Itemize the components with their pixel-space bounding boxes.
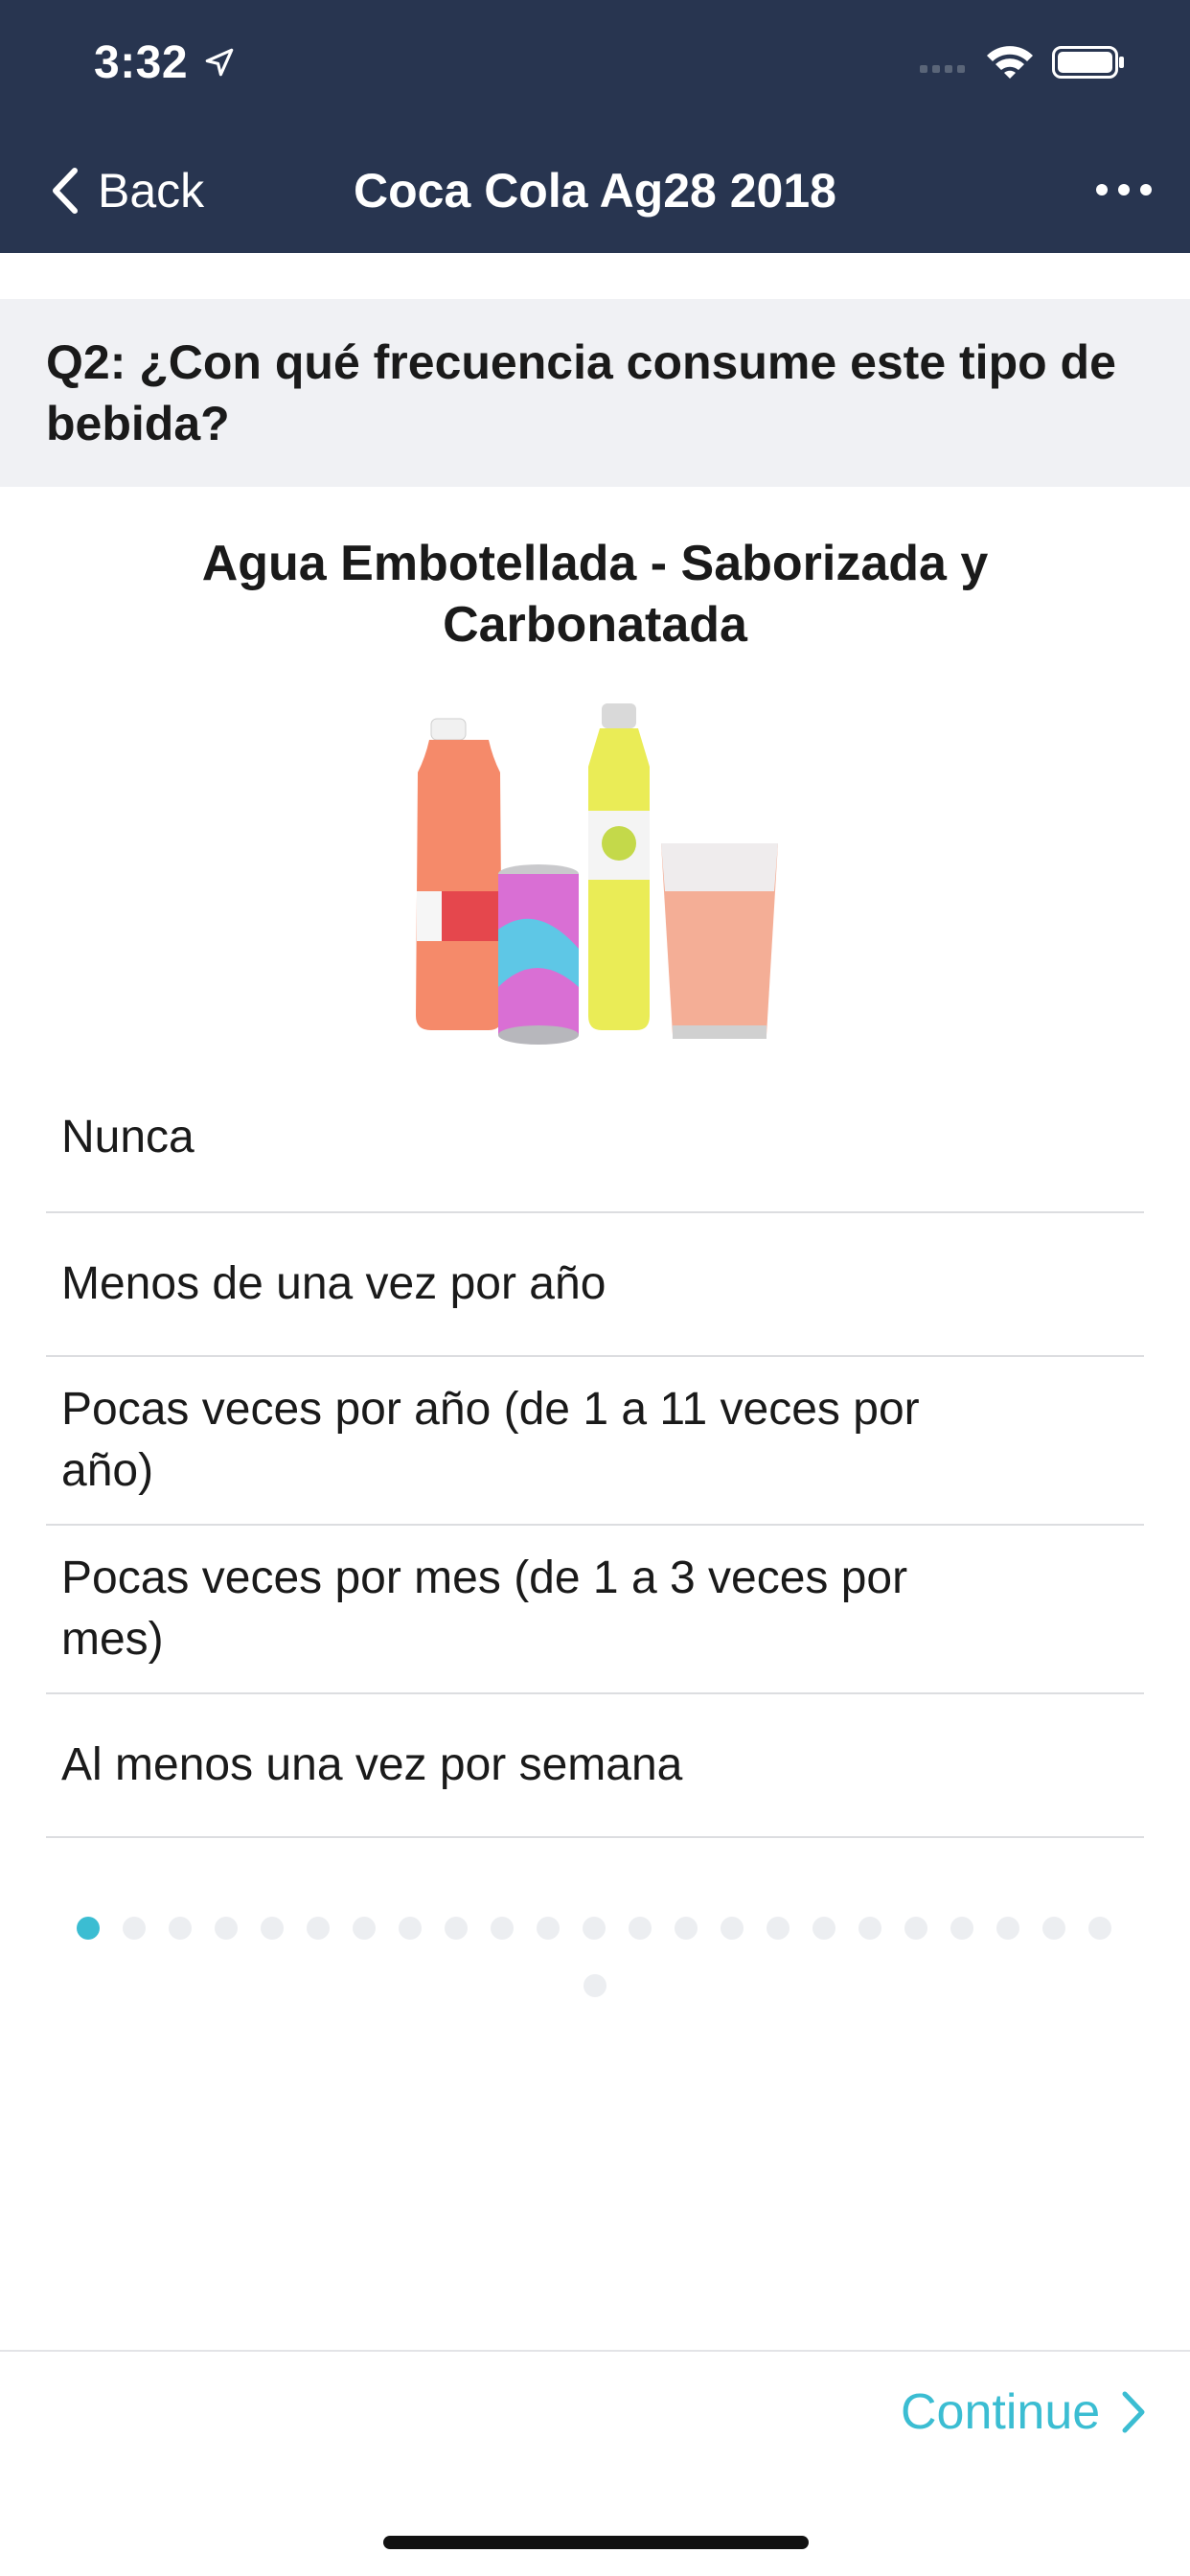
page-dot: [812, 1917, 835, 1940]
page-dot: [675, 1917, 698, 1940]
page-dot: [721, 1917, 744, 1940]
option-few-times-month[interactable]: Pocas veces por mes (de 1 a 3 veces por …: [46, 1526, 1144, 1694]
option-few-times-year[interactable]: Pocas veces por año (de 1 a 11 veces por…: [46, 1357, 1144, 1526]
page-dot: [904, 1917, 927, 1940]
option-label: Menos de una vez por año: [61, 1258, 606, 1309]
page-dot: [77, 1917, 100, 1940]
product-image: [416, 703, 778, 1045]
location-arrow-icon: [205, 48, 234, 77]
footer-divider: [0, 2350, 1190, 2352]
page-dot: [583, 1917, 606, 1940]
page-dot: [1042, 1917, 1065, 1940]
page-dot: [261, 1917, 284, 1940]
answer-options-list: Nunca Menos de una vez por año Pocas vec…: [46, 1064, 1144, 1838]
option-less-than-yearly[interactable]: Menos de una vez por año: [46, 1213, 1144, 1357]
back-label: Back: [98, 164, 205, 218]
home-indicator: [383, 2536, 809, 2549]
page-title: Coca Cola Ag28 2018: [354, 164, 836, 218]
more-options-icon[interactable]: [1092, 178, 1156, 201]
option-label: Pocas veces por año (de 1 a 11 veces por…: [61, 1384, 920, 1496]
continue-label: Continue: [901, 2384, 1101, 2440]
page-dot: [629, 1917, 652, 1940]
back-button[interactable]: Back: [48, 159, 204, 222]
page-dot: [169, 1917, 192, 1940]
status-time: 3:32: [94, 37, 189, 88]
page-dot: [996, 1917, 1019, 1940]
page-dot: [123, 1917, 146, 1940]
page-dot: [353, 1917, 376, 1940]
battery-icon: [1052, 46, 1124, 79]
page-dot: [767, 1917, 790, 1940]
page-dot: [950, 1917, 973, 1940]
wifi-icon: [987, 46, 1033, 79]
option-label: Al menos una vez por semana: [61, 1739, 683, 1790]
page-dot: [307, 1917, 330, 1940]
product-title: Agua Embotellada - Saborizada y Carbonat…: [201, 536, 989, 653]
option-label: Nunca: [61, 1112, 195, 1162]
page-dot: [584, 1974, 606, 1997]
navigation-header: 3:32 Back Coca Cola Ag28 2018: [0, 0, 1190, 253]
cellular-signal-icon: [920, 65, 965, 73]
page-dot: [215, 1917, 238, 1940]
option-weekly[interactable]: Al menos una vez por semana: [46, 1694, 1144, 1838]
question-text: Q2: ¿Con qué frecuencia consume este tip…: [46, 335, 1116, 450]
page-dot: [491, 1917, 514, 1940]
chevron-right-icon: [1122, 2391, 1145, 2433]
option-label: Pocas veces por mes (de 1 a 3 veces por …: [61, 1552, 908, 1665]
page-dot: [858, 1917, 881, 1940]
continue-button[interactable]: Continue: [901, 2379, 1148, 2446]
chevron-left-icon: [53, 168, 78, 214]
page-dot: [537, 1917, 560, 1940]
page-dot: [1088, 1917, 1111, 1940]
page-dot: [445, 1917, 468, 1940]
option-nunca[interactable]: Nunca: [46, 1064, 1144, 1213]
page-dot: [399, 1917, 422, 1940]
